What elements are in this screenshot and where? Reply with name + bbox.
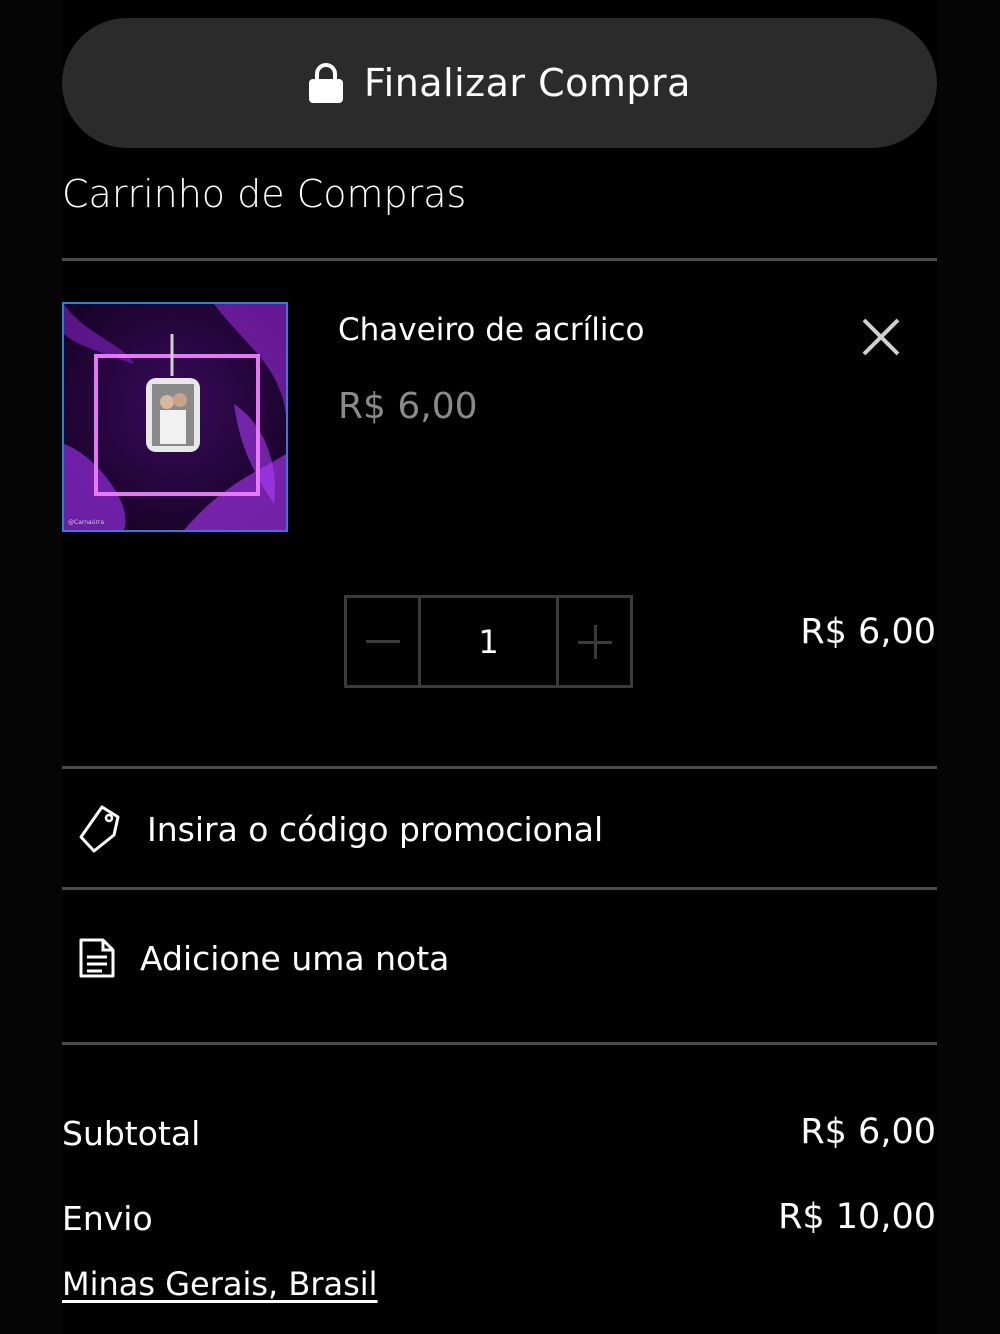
shipping-value: R$ 10,00 [778,1197,936,1237]
product-name[interactable]: Chaveiro de acrílico [338,312,644,348]
product-thumbnail[interactable]: @Carnaúrra [62,302,288,532]
minus-icon [365,639,400,643]
quantity-input[interactable]: 1 [421,598,556,685]
divider [62,766,937,769]
promo-code-link[interactable]: Insira o código promocional [78,804,603,854]
note-icon [79,938,115,978]
page-title: Carrinho de Compras [62,172,467,216]
divider [62,1042,937,1045]
shipping-location-link[interactable]: Minas Gerais, Brasil [62,1265,378,1303]
promo-code-label: Insira o código promocional [147,809,604,849]
checkout-button[interactable]: Finalizar Compra [62,18,937,148]
subtotal-value: R$ 6,00 [800,1112,936,1152]
checkout-label: Finalizar Compra [364,61,691,105]
subtotal-label: Subtotal [62,1114,201,1153]
line-total: R$ 6,00 [800,612,936,652]
increase-quantity-button[interactable] [556,598,630,685]
product-image: @Carnaúrra [64,304,286,530]
add-note-label: Adicione uma nota [140,938,450,978]
quantity-stepper: 1 [344,595,633,688]
tag-icon [79,805,120,853]
close-icon [862,318,900,356]
divider [62,887,937,890]
left-margin [0,0,62,1334]
lock-icon [309,63,344,103]
plus-icon [577,624,612,659]
decrease-quantity-button[interactable] [347,598,421,685]
divider [62,258,937,261]
remove-item-button[interactable] [856,312,906,362]
cart-panel: Finalizar Compra Carrinho de Compras @Ca… [0,0,1000,1334]
right-margin [938,0,1000,1334]
shipping-label: Envio [62,1199,153,1238]
product-price: R$ 6,00 [338,386,478,427]
thumbnail-watermark: @Carnaúrra [68,519,104,526]
add-note-link[interactable]: Adicione uma nota [78,937,449,979]
